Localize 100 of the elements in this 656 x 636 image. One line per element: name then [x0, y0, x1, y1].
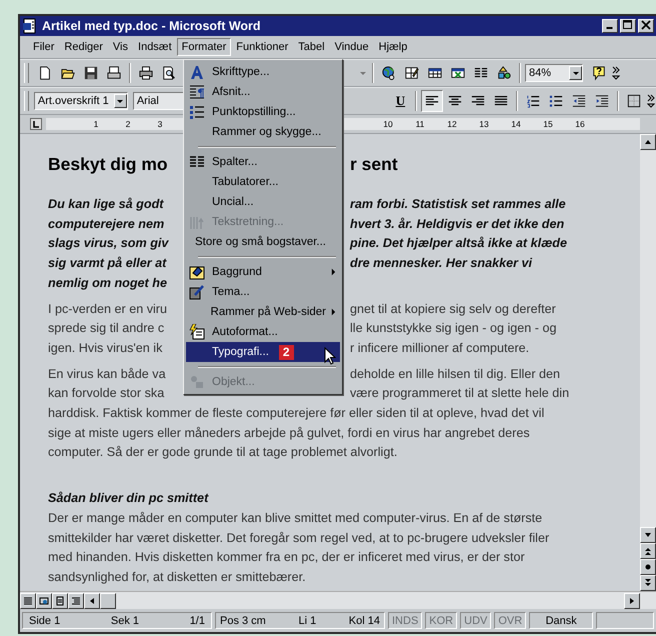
scrollbar-thumb[interactable] — [100, 592, 116, 608]
ruler-number: 12 — [446, 119, 458, 129]
ruler-number: 16 — [574, 119, 586, 129]
minimize-icon — [606, 27, 613, 29]
language-indicator: Dansk — [529, 612, 594, 629]
paragraph-line: sige at miste ugers eller måneders arbejde på gulvet, fordi en virus har angrebet deres — [48, 424, 531, 442]
minimize-button[interactable] — [602, 19, 618, 33]
menu-item[interactable]: Filer — [28, 38, 60, 56]
partial-text-line: nemlig om noget he — [48, 274, 168, 292]
outline-view-icon[interactable] — [68, 592, 84, 608]
partial-text-line: dre mennesker. Her snakker vi — [350, 255, 532, 272]
partial-text-line: lle kunststykke sig igen - og igen - og — [350, 320, 557, 338]
style-dropdown[interactable]: Art.overskrift 1 — [34, 92, 128, 110]
paragraph-line: sandsynlighed for, at disketten er smittebærer. — [48, 568, 307, 586]
section-heading: Sådan bliver din pc smittet — [48, 490, 210, 508]
columns-icon — [189, 154, 205, 170]
browse-object-icon[interactable] — [640, 559, 656, 575]
menu-item[interactable]: Rammer og skygge... — [186, 122, 340, 142]
scroll-down-icon[interactable] — [640, 527, 656, 543]
web-view-icon[interactable] — [36, 592, 52, 608]
partial-text-line: I pc-verden er en viru — [48, 300, 168, 318]
partial-text-line: kan forvolde stor ska — [48, 385, 166, 402]
maximize-button[interactable] — [620, 19, 636, 33]
step-badge: 2 — [278, 344, 294, 360]
partial-text-line: sig varmt på eller at — [48, 255, 168, 272]
menu-item[interactable]: Funktioner — [231, 38, 294, 56]
scroll-up-icon[interactable] — [640, 134, 656, 150]
partial-text-line: r inficere millioner af computere. — [350, 340, 530, 357]
caret-icon — [116, 97, 124, 105]
menu-item[interactable]: Typografi... 2 — [186, 342, 340, 362]
menu-item[interactable]: Tabel — [293, 38, 330, 56]
vertical-scrollbar[interactable] — [640, 134, 656, 591]
partial-text-line: Du kan lige så godt — [48, 196, 165, 213]
paragraph-line: computer. Så der er gode grunde til at tage problemet alvorligt. — [48, 444, 398, 462]
close-icon — [641, 20, 651, 30]
status-field: Sek 1 — [110, 614, 140, 626]
paragraph-line: Der er mange måder en computer kan blive smittet med computer-virus. En af de største — [48, 510, 544, 527]
partial-text-line: sprede sig til andre c — [48, 320, 166, 338]
align-left-icon[interactable] — [421, 90, 444, 112]
menu-item[interactable]: Vis — [108, 38, 134, 56]
paragraph-icon — [189, 84, 205, 100]
paragraph-line: harddisk. Faktisk kommer de fleste computerejere før eller siden til at opleve, hvad det vil — [48, 405, 546, 422]
status-panel — [596, 612, 654, 629]
next-page-icon[interactable] — [640, 575, 656, 591]
ruler-number: 1 — [92, 119, 100, 129]
partial-text-line: r sent — [350, 154, 398, 175]
menu-item[interactable]: Skrifttype... — [186, 62, 340, 82]
partial-text-line: computerejere nem — [48, 216, 166, 233]
caret-icon — [572, 69, 580, 77]
tab-selector-icon[interactable] — [30, 118, 42, 130]
paragraph-line: med hinanden. Hvis disketten kommer fra en pc, der er inficeret med virus, er der stor — [48, 549, 526, 566]
menu-item[interactable]: Hjælp — [374, 38, 412, 56]
menu-item[interactable]: Baggrund — [186, 262, 340, 282]
submenu-arrow-icon — [331, 308, 336, 316]
partial-text-line: hvert 3. år. Heldigvis er det ikke den — [350, 216, 564, 233]
menu-item[interactable]: Rammer på Web-sider — [186, 302, 340, 322]
lightning-document-icon — [189, 324, 205, 340]
window-title: Artikel med typ.doc - Microsoft Word — [42, 19, 262, 33]
ruler-number: 2 — [124, 119, 132, 129]
normal-view-icon[interactable] — [20, 592, 36, 608]
partial-text-line: igen. Hvis virus'en ik — [48, 340, 164, 357]
text-direction-icon — [189, 214, 205, 230]
zoom-dropdown[interactable]: 84% — [525, 64, 583, 82]
menu-item[interactable]: Vindue — [330, 38, 374, 56]
ruler-number: 14 — [510, 119, 522, 129]
paragraph-line: smittekilder har været disketter. Det foregår som regel ved, at to pc-brugere udveksler filer — [48, 530, 550, 547]
print-layout-icon[interactable] — [52, 592, 68, 608]
partial-text-line: ram forbi. Statistisk set rammes alle — [350, 196, 566, 213]
scroll-right-icon[interactable] — [624, 592, 640, 608]
menu-item[interactable]: Indsæt — [133, 38, 177, 56]
menu-item[interactable]: Tabulatorer... — [186, 172, 340, 192]
maximize-icon — [623, 20, 633, 30]
ruler-number: 13 — [478, 119, 490, 129]
partial-text-line: Beskyt dig mo — [48, 154, 169, 175]
status-field: Kol 14 — [348, 614, 380, 626]
status-field: Pos 3 cm — [220, 614, 266, 626]
underline-button[interactable]: U — [390, 90, 412, 112]
ruler-number: 15 — [542, 119, 554, 129]
menu-item[interactable]: Autoformat... — [186, 322, 340, 342]
menu-item[interactable]: Store og små bogstaver... — [186, 232, 340, 252]
paint-bucket-icon — [189, 264, 205, 280]
brush-icon — [189, 284, 205, 300]
menu-item[interactable]: Rediger — [59, 38, 108, 56]
shapes-icon — [189, 374, 205, 390]
document-icon — [22, 18, 38, 34]
status-field: Li 1 — [298, 614, 316, 626]
scroll-left-icon[interactable] — [84, 592, 100, 608]
letter-a-icon — [189, 64, 205, 80]
ruler-number: 10 — [382, 119, 394, 129]
submenu-arrow-icon — [331, 268, 336, 276]
bulleted-list-icon — [189, 104, 205, 120]
menu-item[interactable]: Tema... — [186, 282, 340, 302]
menu-item[interactable]: Formater — [176, 38, 232, 56]
ruler-number: 11 — [414, 119, 426, 129]
previous-page-icon[interactable] — [640, 543, 656, 559]
partial-text-line: gnet til at kopiere sig selv og derefter — [350, 300, 556, 318]
menu-item[interactable]: Spalter... — [186, 152, 340, 172]
close-button[interactable] — [638, 19, 654, 33]
menu-item[interactable]: Uncial... — [186, 192, 340, 212]
mouse-pointer-icon — [324, 347, 336, 365]
